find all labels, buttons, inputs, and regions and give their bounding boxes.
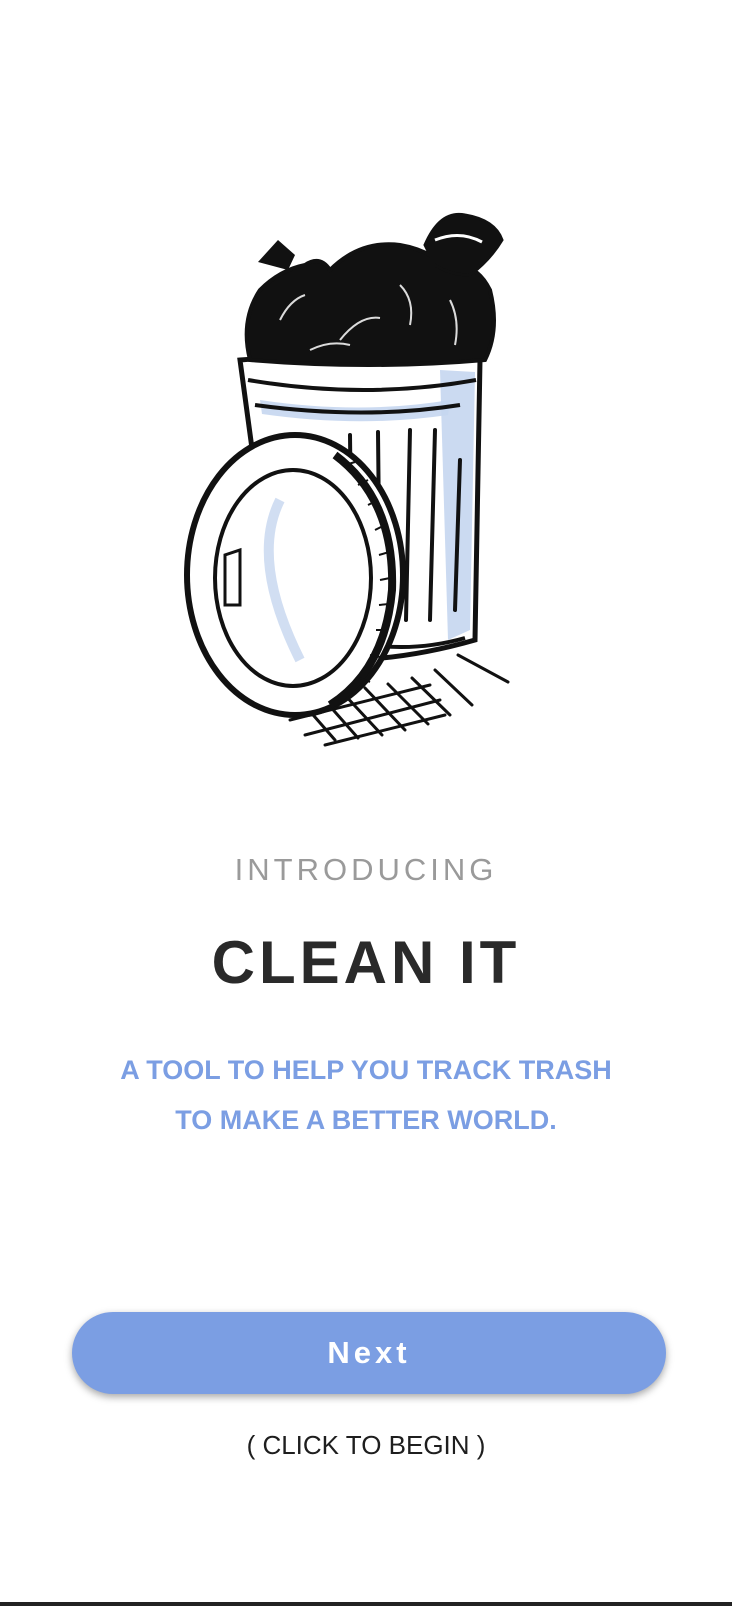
bottom-edge-bar (0, 1602, 732, 1606)
trash-lid-icon (184, 432, 406, 718)
intro-eyebrow: INTRODUCING (234, 852, 498, 887)
onboarding-screen: INTRODUCING CLEAN IT A TOOL TO HELP YOU … (0, 0, 732, 1606)
tagline: A TOOL TO HELP YOU TRACK TRASH TO MAKE A… (90, 1045, 642, 1145)
tagline-line-1: A TOOL TO HELP YOU TRACK TRASH (120, 1055, 612, 1085)
tagline-line-2: TO MAKE A BETTER WORLD. (175, 1105, 557, 1135)
next-button[interactable]: Next (72, 1312, 666, 1394)
app-title: CLEAN IT (211, 929, 521, 996)
click-to-begin-hint: ( CLICK TO BEGIN ) (246, 1430, 486, 1460)
trash-can-illustration (184, 212, 510, 747)
